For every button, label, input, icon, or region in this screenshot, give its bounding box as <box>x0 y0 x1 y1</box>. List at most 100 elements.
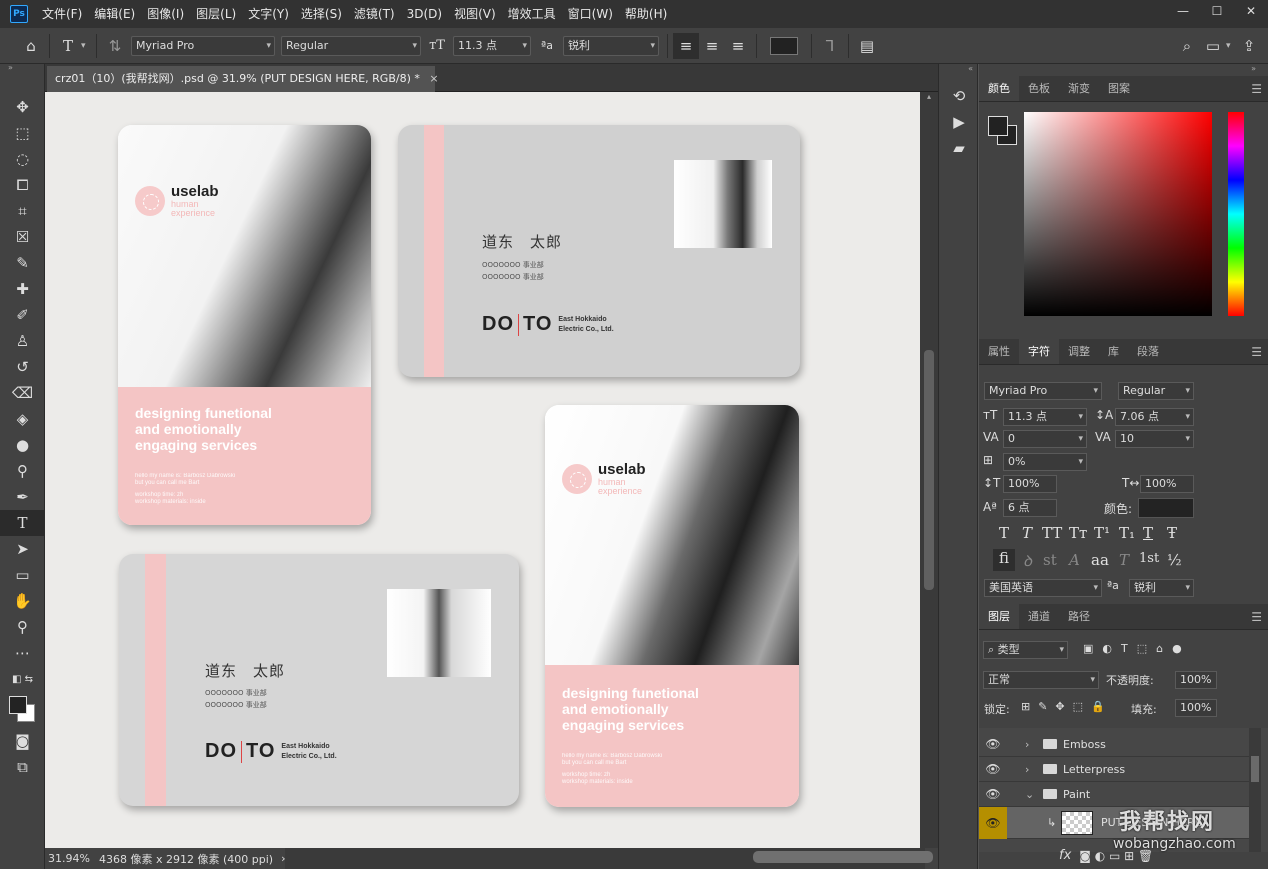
superscript-icon[interactable]: T¹ <box>1094 524 1110 542</box>
home-icon[interactable]: ⌂ <box>18 33 44 59</box>
search-icon[interactable]: ⌕ <box>1174 33 1200 59</box>
path-select-tool-icon[interactable]: ➤ <box>0 536 45 562</box>
move-tool-icon[interactable]: ✥ <box>0 94 45 120</box>
tab-properties[interactable]: 属性 <box>979 339 1019 364</box>
old-style-icon[interactable]: ꝺ <box>1023 551 1032 571</box>
crop-tool-icon[interactable]: ⌗ <box>0 198 45 224</box>
zoom-level[interactable]: 31.94% <box>48 852 96 865</box>
layer-row-letterpress[interactable]: 👁 › Letterpress <box>979 757 1249 782</box>
eye-icon[interactable]: 👁 <box>979 787 1007 801</box>
share-icon[interactable]: ⇪ <box>1236 33 1262 59</box>
tab-character[interactable]: 字符 <box>1019 339 1059 364</box>
font-family-select[interactable]: Myriad Pro ▾ <box>131 35 275 56</box>
align-right-icon[interactable]: ≡ <box>725 33 751 59</box>
menu-type[interactable]: 文字(Y) <box>242 0 295 28</box>
menu-plugins[interactable]: 增效工具 <box>502 0 562 28</box>
tab-channels[interactable]: 通道 <box>1019 604 1059 629</box>
font-size-select[interactable]: 11.3 点 ▾ <box>1003 408 1087 426</box>
tab-adjustments[interactable]: 调整 <box>1059 339 1099 364</box>
faux-bold-icon[interactable]: T <box>999 524 1009 542</box>
fx-icon[interactable]: fx <box>1059 848 1071 863</box>
color-field[interactable] <box>1024 112 1212 316</box>
close-icon[interactable]: ✕ <box>1234 0 1268 22</box>
font-style-select[interactable]: Regular ▾ <box>281 35 421 56</box>
strikethrough-icon[interactable]: Ŧ <box>1167 524 1177 542</box>
tracking-select[interactable]: 10 ▾ <box>1115 430 1194 448</box>
panel-menu-icon[interactable]: ☰ <box>1251 604 1262 630</box>
text-color-swatch[interactable] <box>770 36 798 55</box>
quick-mask-icon[interactable]: ◙ <box>0 728 45 754</box>
menu-window[interactable]: 窗口(W) <box>562 0 619 28</box>
faux-italic-icon[interactable]: T <box>1022 524 1032 542</box>
object-select-tool-icon[interactable]: ⧠ <box>0 172 45 198</box>
scroll-thumb[interactable] <box>753 851 933 863</box>
menu-edit[interactable]: 编辑(E) <box>88 0 141 28</box>
blend-mode-select[interactable]: 正常 ▾ <box>983 671 1099 689</box>
text-orientation-icon[interactable]: ⇅ <box>102 33 128 59</box>
eye-icon[interactable]: 👁 <box>979 806 1007 839</box>
menu-help[interactable]: 帮助(H) <box>619 0 673 28</box>
hand-tool-icon[interactable]: ✋ <box>0 588 45 614</box>
panels-toggle-icon[interactable]: ▤ <box>854 33 880 59</box>
color-swatches[interactable] <box>988 116 1018 146</box>
ordinals-icon[interactable]: T <box>1119 551 1129 569</box>
scroll-up-icon[interactable]: ▴ <box>920 92 938 101</box>
vertical-scrollbar[interactable]: ▴ <box>920 92 938 848</box>
type-tool-icon[interactable]: T <box>0 510 45 536</box>
horizontal-scrollbar[interactable] <box>285 848 933 869</box>
more-tools-icon[interactable]: ⋯ <box>0 640 45 666</box>
font-size-select[interactable]: 11.3 点 ▾ <box>453 35 531 56</box>
menu-select[interactable]: 选择(S) <box>295 0 348 28</box>
collapse-icon[interactable]: « <box>939 64 977 73</box>
vertical-scale-input[interactable]: 100% <box>1003 475 1057 493</box>
screen-mode-icon[interactable]: ⧉ <box>0 754 45 780</box>
tab-gradients[interactable]: 渐变 <box>1059 76 1099 101</box>
scroll-thumb[interactable] <box>1251 756 1259 782</box>
chevron-right-icon[interactable]: › <box>1025 738 1039 751</box>
stylistic-alternates-icon[interactable]: A <box>1069 551 1080 569</box>
pen-tool-icon[interactable]: ✒ <box>0 484 45 510</box>
subscript-icon[interactable]: T₁ <box>1119 524 1135 542</box>
frame-tool-icon[interactable]: ☒ <box>0 224 45 250</box>
ligatures-icon[interactable]: fi <box>993 549 1015 571</box>
marquee-tool-icon[interactable]: ⬚ <box>0 120 45 146</box>
dodge-tool-icon[interactable]: ⚲ <box>0 458 45 484</box>
align-left-icon[interactable]: ≡ <box>673 32 699 59</box>
menu-view[interactable]: 视图(V) <box>448 0 502 28</box>
menu-image[interactable]: 图像(I) <box>141 0 190 28</box>
text-tool-preset-icon[interactable]: T <box>55 33 81 59</box>
horizontal-scale-input[interactable]: 100% <box>1140 475 1194 493</box>
chevron-right-icon[interactable]: › <box>1025 763 1039 776</box>
foreground-color-swatch[interactable] <box>988 116 1008 136</box>
tab-paths[interactable]: 路径 <box>1059 604 1099 629</box>
maximize-icon[interactable]: ☐ <box>1200 0 1234 22</box>
default-colors-icon[interactable]: ◧ ⇆ <box>0 666 45 692</box>
language-select[interactable]: 美国英语 ▾ <box>984 579 1102 597</box>
eye-icon[interactable]: 👁 <box>979 737 1007 751</box>
ps-logo[interactable]: Ps <box>10 5 28 23</box>
lasso-tool-icon[interactable]: ◌ <box>0 146 45 172</box>
menu-3d[interactable]: 3D(D) <box>401 0 448 28</box>
tab-swatches[interactable]: 色板 <box>1019 76 1059 101</box>
tab-layers[interactable]: 图层 <box>979 604 1019 629</box>
titling-alternates-icon[interactable]: aa <box>1091 551 1109 569</box>
align-center-icon[interactable]: ≡ <box>699 33 725 59</box>
zoom-tool-icon[interactable]: ⚲ <box>0 614 45 640</box>
kerning-select[interactable]: 0 ▾ <box>1003 430 1087 448</box>
collapse-icon[interactable]: » <box>979 64 1268 76</box>
baseline-input[interactable]: 6 点 <box>1003 499 1057 517</box>
brush-tool-icon[interactable]: ✐ <box>0 302 45 328</box>
antialias-select[interactable]: 锐利 ▾ <box>563 35 659 56</box>
menu-file[interactable]: 文件(F) <box>36 0 88 28</box>
underline-icon[interactable]: T <box>1143 524 1153 542</box>
eraser-tool-icon[interactable]: ⌫ <box>0 380 45 406</box>
lock-icons[interactable]: ⊞✎✥⬚🔒 <box>1021 700 1113 713</box>
fractions-icon[interactable]: ½ <box>1167 551 1182 569</box>
superior-icon[interactable]: 1st <box>1139 551 1159 566</box>
paint-bucket-tool-icon[interactable]: ◈ <box>0 406 45 432</box>
comments-icon[interactable]: ▰ <box>939 135 979 161</box>
menu-layer[interactable]: 图层(L) <box>190 0 242 28</box>
tab-paragraph[interactable]: 段落 <box>1128 339 1168 364</box>
foreground-color-swatch[interactable] <box>9 696 27 714</box>
actions-icon[interactable]: ▶ <box>939 109 979 135</box>
